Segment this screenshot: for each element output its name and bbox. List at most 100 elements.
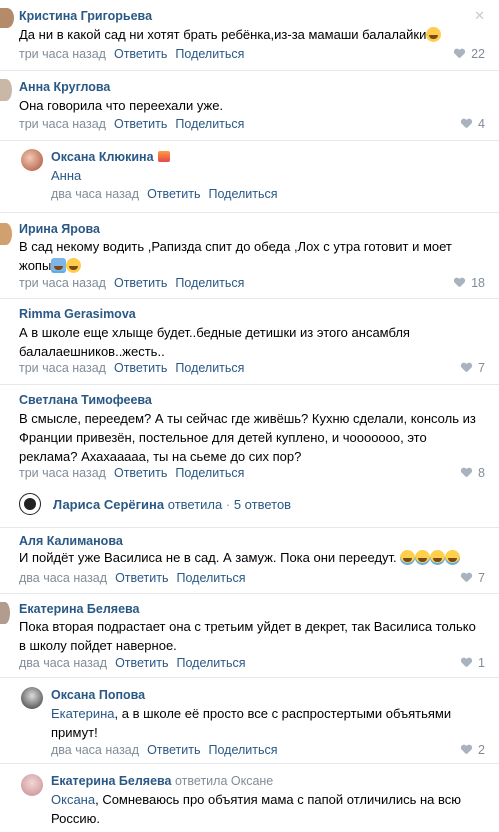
share-button[interactable]: Поделиться xyxy=(175,47,244,61)
comment-author[interactable]: Оксана Клюкина xyxy=(51,150,170,164)
like-button[interactable]: 7 xyxy=(461,571,485,585)
comment-text-line: примут! xyxy=(51,725,98,740)
comment-meta: два часа назад Ответить Поделиться xyxy=(19,656,246,670)
reply-button[interactable]: Ответить xyxy=(114,117,167,131)
close-icon[interactable]: ✕ xyxy=(474,8,485,24)
like-button[interactable]: 18 xyxy=(454,276,485,290)
share-button[interactable]: Поделиться xyxy=(175,361,244,375)
reply-button[interactable]: Ответить xyxy=(114,466,167,480)
comment-time[interactable]: три часа назад xyxy=(19,276,106,290)
reply-button[interactable]: Ответить xyxy=(115,656,168,670)
author-name[interactable]: Оксана Клюкина xyxy=(51,150,154,164)
like-count: 7 xyxy=(478,361,485,375)
reply-button[interactable]: Ответить xyxy=(147,743,200,757)
share-button[interactable]: Поделиться xyxy=(175,466,244,480)
comment: Rimma Gerasimova А в школе еще хлыще буд… xyxy=(0,298,499,384)
comment-text-line: реклама? Ахахааааа, ты на сьеме до сих п… xyxy=(19,449,302,464)
reply-comment: Оксана Попова Екатерина, а в школе её пр… xyxy=(0,677,499,762)
comment-text-line: Россию. xyxy=(51,811,100,826)
avatar[interactable] xyxy=(0,223,12,245)
share-button[interactable]: Поделиться xyxy=(177,656,246,670)
reply-comment: Оксана Клюкина Анна два часа назад Ответи… xyxy=(0,140,499,210)
comment-text: Да ни в какой сад ни хотят брать ребёнка… xyxy=(19,25,442,44)
comment-meta: два часа назад Ответить Поделиться xyxy=(51,743,278,757)
avatar[interactable] xyxy=(0,602,10,624)
like-count: 8 xyxy=(478,466,485,480)
comment-author[interactable]: Кристина Григорьева xyxy=(19,9,152,23)
like-button[interactable]: 4 xyxy=(461,117,485,131)
comment-text-body: Да ни в какой сад ни хотят брать ребёнка… xyxy=(19,27,427,42)
heart-icon xyxy=(461,658,472,668)
mention-link[interactable]: Екатерина xyxy=(51,706,115,721)
comment-text-line: балалаешников..жесть.. xyxy=(19,344,165,359)
comment-author[interactable]: Екатерина Беляева ответила Оксане xyxy=(51,774,273,788)
comment-text-body: жопы xyxy=(19,258,52,273)
comment-time[interactable]: три часа назад xyxy=(19,466,106,480)
comment-time[interactable]: два часа назад xyxy=(19,571,107,585)
like-button[interactable]: 8 xyxy=(461,466,485,480)
comment-text: В смысле, переедем? А ты сейчас где живё… xyxy=(19,409,489,466)
reply-button[interactable]: Ответить xyxy=(114,47,167,61)
reply-button[interactable]: Ответить xyxy=(114,361,167,375)
avatar[interactable] xyxy=(0,8,14,28)
share-button[interactable]: Поделиться xyxy=(209,743,278,757)
reply-comment: Екатерина Беляева ответила Оксане Оксана… xyxy=(0,763,499,832)
tears-of-joy-emoji-icon xyxy=(415,550,431,565)
like-button[interactable]: 2 xyxy=(461,743,485,757)
avatar[interactable] xyxy=(0,79,12,101)
laughing-emoji-icon xyxy=(426,27,442,42)
reply-button[interactable]: Ответить xyxy=(115,571,168,585)
comment-author[interactable]: Оксана Попова xyxy=(51,688,145,702)
comment-author[interactable]: Rimma Gerasimova xyxy=(19,307,136,321)
comment-text-line: Оксана, Сомневаюсь про объятия мама с па… xyxy=(51,790,491,809)
share-button[interactable]: Поделиться xyxy=(175,117,244,131)
comment-author[interactable]: Анна Круглова xyxy=(19,80,110,94)
like-button[interactable]: 22 xyxy=(454,47,485,61)
comment-text-line: В смысле, переедем? А ты сейчас где живё… xyxy=(19,411,476,426)
share-button[interactable]: Поделиться xyxy=(175,276,244,290)
comment-text-line: Пока вторая подрастает она с третьим уйд… xyxy=(19,619,476,634)
comment-time[interactable]: три часа назад xyxy=(19,117,106,131)
comment-author[interactable]: Светлана Тимофеева xyxy=(19,393,152,407)
comment-time[interactable]: два часа назад xyxy=(51,187,139,201)
avatar[interactable] xyxy=(21,774,43,796)
heart-icon xyxy=(454,49,465,59)
reply-button[interactable]: Ответить xyxy=(114,276,167,290)
comment-author[interactable]: Ирина Ярова xyxy=(19,222,100,236)
comment-author[interactable]: Екатерина Беляева xyxy=(19,602,140,616)
sunset-emoji-icon xyxy=(157,151,170,162)
reply-button[interactable]: Ответить xyxy=(147,187,200,201)
avatar[interactable] xyxy=(21,149,43,171)
like-button[interactable]: 7 xyxy=(461,361,485,375)
like-button[interactable]: 1 xyxy=(461,656,485,670)
comment-author[interactable]: Аля Калиманова xyxy=(19,534,123,548)
comment: ✕ Кристина Григорьева Да ни в какой сад … xyxy=(0,0,499,70)
comment-text: Пока вторая подрастает она с третьим уйд… xyxy=(19,617,494,655)
comment-text: Екатерина, а в школе её просто все с рас… xyxy=(51,704,491,742)
comment-time[interactable]: три часа назад xyxy=(19,361,106,375)
replies-thread[interactable]: Лариса Серёгина ответила · 5 ответов xyxy=(0,486,499,526)
comment-meta: три часа назад Ответить Поделиться xyxy=(19,117,244,131)
like-count: 1 xyxy=(478,656,485,670)
mention-link[interactable]: Оксана xyxy=(51,792,95,807)
avatar[interactable] xyxy=(19,493,41,515)
comment: Екатерина Беляева Пока вторая подрастает… xyxy=(0,593,499,675)
mention-link[interactable]: Анна xyxy=(51,168,81,183)
comment-text-line-2: жопы xyxy=(19,256,489,275)
share-button[interactable]: Поделиться xyxy=(209,187,278,201)
thread-reply-count[interactable]: 5 ответов xyxy=(234,497,291,512)
heart-icon xyxy=(461,573,472,583)
comment-time[interactable]: два часа назад xyxy=(19,656,107,670)
avatar[interactable] xyxy=(21,687,43,709)
thread-author[interactable]: Лариса Серёгина xyxy=(53,497,164,512)
comment-time[interactable]: два часа назад xyxy=(51,743,139,757)
comment-text-line: в школу пойдет наверное. xyxy=(19,638,177,653)
comment-text: А в школе еще хлыще будет..бедные детишк… xyxy=(19,323,489,361)
author-name[interactable]: Екатерина Беляева xyxy=(51,774,172,788)
thread-summary[interactable]: Лариса Серёгина ответила · 5 ответов xyxy=(53,497,291,512)
tears-of-joy-emoji-icon xyxy=(400,550,416,565)
comment-time[interactable]: три часа назад xyxy=(19,47,106,61)
share-button[interactable]: Поделиться xyxy=(177,571,246,585)
laughing-emoji-icon xyxy=(66,258,82,273)
comment: Анна Круглова Она говорила что переехали… xyxy=(0,70,499,140)
